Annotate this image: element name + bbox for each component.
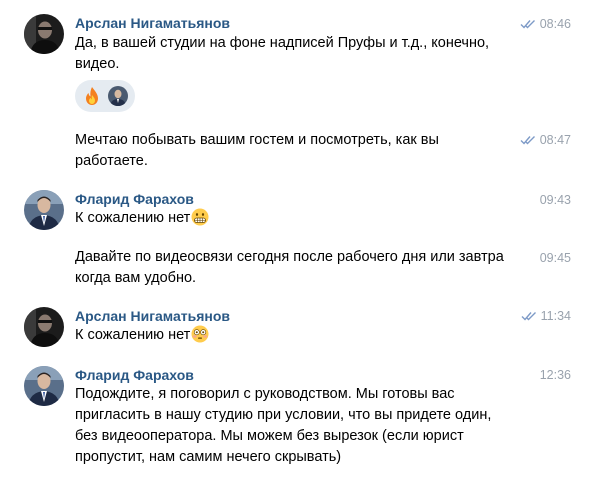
grimacing-face-emoji-icon xyxy=(191,208,209,226)
message-text: К сожалению нет xyxy=(75,208,515,229)
message-text-content: К сожалению нет xyxy=(75,327,191,343)
read-checks-icon xyxy=(520,135,536,145)
reactor-avatar[interactable] xyxy=(108,86,128,106)
message-text: Давайте по видеосвязи сегодня после рабо… xyxy=(75,249,504,286)
sender-name[interactable]: Арслан Нигаматьянов xyxy=(75,307,230,325)
message-time: 12:36 xyxy=(540,367,571,383)
time-label: 08:47 xyxy=(539,133,571,147)
chat-history: Арслан Нигаматьянов 08:46 Да, в вашей ст… xyxy=(0,0,594,480)
message-time: 09:45 xyxy=(540,250,571,266)
message-text: К сожалению нет xyxy=(75,325,515,346)
read-checks-icon xyxy=(521,311,537,321)
time-label: 11:34 xyxy=(540,309,571,323)
avatar-arslan[interactable] xyxy=(24,14,64,54)
time-label: 12:36 xyxy=(539,368,571,382)
time-label: 09:43 xyxy=(539,193,571,207)
reactions-bar[interactable] xyxy=(75,80,135,112)
message-time: 08:47 xyxy=(520,132,571,148)
message-time: 09:43 xyxy=(540,192,571,208)
time-label: 09:45 xyxy=(539,251,571,265)
flushed-face-emoji-icon xyxy=(191,325,209,343)
sender-name[interactable]: Фларид Фарахов xyxy=(75,190,194,208)
sender-name[interactable]: Арслан Нигаматьянов xyxy=(75,14,230,32)
message-time: 11:34 xyxy=(521,308,571,324)
avatar-arslan[interactable] xyxy=(24,307,64,347)
avatar-flarid[interactable] xyxy=(24,190,64,230)
message-text-content: К сожалению нет xyxy=(75,210,191,226)
time-label: 08:46 xyxy=(539,17,571,31)
message-text: Мечтаю побывать вашим гостем и посмотрет… xyxy=(75,132,439,169)
read-checks-icon xyxy=(520,19,536,29)
avatar-flarid[interactable] xyxy=(24,366,64,406)
fire-emoji-icon[interactable] xyxy=(82,86,102,106)
message-text: Да, в вашей студии на фоне надписей Пруф… xyxy=(75,35,490,72)
message-time: 08:46 xyxy=(520,16,571,32)
sender-name[interactable]: Фларид Фарахов xyxy=(75,366,194,384)
message-text: Подождите, я поговорил с руководством. М… xyxy=(75,386,492,465)
